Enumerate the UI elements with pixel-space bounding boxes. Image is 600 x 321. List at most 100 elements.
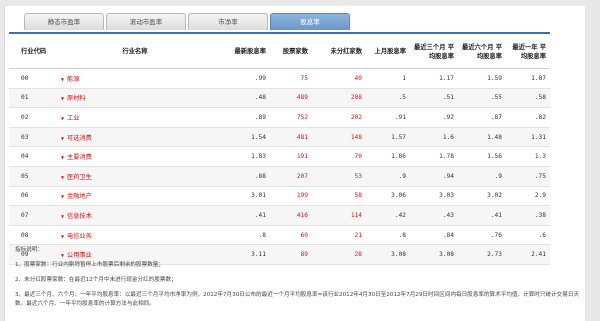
- tab-pb-ratio[interactable]: 市净率: [188, 13, 268, 30]
- cell-count[interactable]: 207: [270, 166, 312, 187]
- cell-count[interactable]: 191: [270, 146, 312, 167]
- col-header-avg3[interactable]: 最近三个月 平均股息率: [410, 35, 458, 69]
- cell-nodiv[interactable]: 70: [312, 146, 366, 167]
- notes-section: 指标说明： 1、股票家数：行业内剔除暂停上市股票后剩余的股票数量； 2、未分红股…: [15, 246, 585, 315]
- cell-latest: 1.83: [213, 146, 270, 167]
- cell-avg12: .82: [506, 107, 550, 128]
- cell-nodiv[interactable]: 53: [312, 166, 366, 187]
- cell-code: 03: [9, 127, 57, 148]
- industry-name-link[interactable]: 能源: [67, 76, 79, 83]
- cell-lastmonth: .8: [366, 225, 410, 246]
- cell-nodiv[interactable]: 148: [312, 127, 366, 148]
- col-header-code[interactable]: 行业代码: [9, 35, 57, 69]
- cell-name[interactable]: ▼ 主要消费: [57, 146, 213, 167]
- expand-arrow-icon[interactable]: ▼: [61, 136, 64, 142]
- cell-latest: .89: [213, 107, 270, 128]
- cell-nodiv[interactable]: 114: [312, 205, 366, 226]
- note-item: 3、最近三个月、六个月、一年平均股息率：以最近三个月平均市净率为例，2012年7…: [15, 292, 580, 307]
- expand-arrow-icon[interactable]: ▼: [61, 77, 64, 83]
- table-row: 01 ▼ 原材料 .48 489 208.5.51.55.58: [9, 88, 550, 109]
- cell-nodiv[interactable]: 58: [312, 186, 366, 207]
- industry-name-link[interactable]: 主要消费: [67, 154, 92, 161]
- cell-lastmonth: 1.57: [366, 127, 410, 148]
- cell-latest: .41: [213, 205, 270, 226]
- cell-avg6: .76: [458, 225, 506, 246]
- industry-name-link[interactable]: 信息技术: [67, 213, 92, 220]
- cell-nodiv[interactable]: 208: [312, 88, 366, 109]
- col-header-name[interactable]: 行业名称: [57, 35, 213, 69]
- industry-name-link[interactable]: 可选消费: [67, 135, 92, 142]
- cell-name[interactable]: ▼ 原材料: [57, 88, 213, 109]
- col-header-avg6[interactable]: 最近六个月 平均股息率: [458, 35, 506, 69]
- table-row: 02 ▼ 工业 .89 752 202.91.92.87.82: [9, 107, 550, 128]
- cell-avg6: .87: [458, 107, 506, 128]
- cell-name[interactable]: ▼ 金融地产: [57, 186, 213, 207]
- tab-static-pe[interactable]: 静态市盈率: [24, 13, 104, 30]
- industry-name-link[interactable]: 工业: [67, 115, 79, 122]
- cell-count[interactable]: 75: [270, 68, 312, 89]
- cell-latest: .88: [213, 166, 270, 187]
- industry-table: 行业代码 行业名称 最新股息率 股票家数 未分红家数 上月股息率 最近三个月 平…: [9, 35, 550, 265]
- cell-code: 01: [9, 88, 57, 109]
- industry-name-link[interactable]: 电信业务: [67, 233, 92, 240]
- tab-dividend-yield[interactable]: 股息率: [270, 13, 350, 30]
- expand-arrow-icon[interactable]: ▼: [61, 96, 64, 102]
- expand-arrow-icon[interactable]: ▼: [61, 155, 64, 161]
- table-row: 08 ▼ 电信业务 .8 60 21.8.84.76.6: [9, 225, 550, 246]
- cell-code: 07: [9, 205, 57, 226]
- cell-avg12: .58: [506, 88, 550, 109]
- cell-latest: .8: [213, 225, 270, 246]
- col-header-latest[interactable]: 最新股息率: [213, 35, 270, 69]
- expand-arrow-icon[interactable]: ▼: [61, 194, 64, 200]
- cell-avg6: .41: [458, 205, 506, 226]
- cell-avg3: .84: [410, 225, 458, 246]
- cell-avg6: .55: [458, 88, 506, 109]
- cell-avg12: 2.9: [506, 186, 550, 207]
- table-header-row: 行业代码 行业名称 最新股息率 股票家数 未分红家数 上月股息率 最近三个月 平…: [9, 35, 550, 69]
- industry-name-link[interactable]: 原材料: [67, 95, 86, 102]
- cell-name[interactable]: ▼ 可选消费: [57, 127, 213, 148]
- cell-name[interactable]: ▼ 能源: [57, 68, 213, 89]
- notes-title: 指标说明：: [15, 247, 43, 253]
- cell-name[interactable]: ▼ 工业: [57, 107, 213, 128]
- cell-avg3: 1.6: [410, 127, 458, 148]
- col-header-count[interactable]: 股票家数: [270, 35, 312, 69]
- cell-count[interactable]: 481: [270, 127, 312, 148]
- cell-avg12: .38: [506, 205, 550, 226]
- cell-latest: 3.01: [213, 186, 270, 207]
- table-row: 00 ▼ 能源 .99 75 40 1 1.17 1.59 1.87: [9, 68, 550, 89]
- cell-count[interactable]: 752: [270, 107, 312, 128]
- table-row: 05 ▼ 医药卫生 .88 207 53.9.94.9.75: [9, 166, 550, 187]
- cell-count[interactable]: 199: [270, 186, 312, 207]
- table-row: 06 ▼ 金融地产 3.01 199 58 3.06 3.03 3.02 2.9: [9, 186, 550, 207]
- cell-avg3: 1.17: [410, 68, 458, 89]
- cell-count[interactable]: 416: [270, 205, 312, 226]
- cell-lastmonth: .5: [366, 88, 410, 109]
- cell-avg3: 3.03: [410, 186, 458, 207]
- col-header-lastmonth[interactable]: 上月股息率: [366, 35, 410, 69]
- cell-latest: 1.54: [213, 127, 270, 148]
- tab-rolling-pe[interactable]: 滚动市盈率: [106, 13, 186, 30]
- col-header-nodiv[interactable]: 未分红家数: [312, 35, 366, 69]
- cell-code: 00: [9, 68, 57, 89]
- cell-lastmonth: 3.06: [366, 186, 410, 207]
- industry-name-link[interactable]: 金融地产: [67, 193, 92, 200]
- cell-nodiv[interactable]: 202: [312, 107, 366, 128]
- cell-count[interactable]: 60: [270, 225, 312, 246]
- cell-count[interactable]: 489: [270, 88, 312, 109]
- cell-nodiv[interactable]: 21: [312, 225, 366, 246]
- cell-code: 08: [9, 225, 57, 246]
- industry-name-link[interactable]: 医药卫生: [67, 174, 92, 181]
- col-header-avg12[interactable]: 最近一年 平均股息率: [506, 35, 550, 69]
- cell-lastmonth: .42: [366, 205, 410, 226]
- table-row: 03 ▼ 可选消费 1.54 481 148 1.57 1.6 1.48 1.31: [9, 127, 550, 148]
- cell-name[interactable]: ▼ 信息技术: [57, 205, 213, 226]
- expand-arrow-icon[interactable]: ▼: [61, 234, 64, 240]
- cell-name[interactable]: ▼ 医药卫生: [57, 166, 213, 187]
- cell-name[interactable]: ▼ 电信业务: [57, 225, 213, 246]
- cell-code: 06: [9, 186, 57, 207]
- expand-arrow-icon[interactable]: ▼: [61, 214, 64, 220]
- cell-nodiv[interactable]: 40: [312, 68, 366, 89]
- expand-arrow-icon[interactable]: ▼: [61, 175, 64, 181]
- expand-arrow-icon[interactable]: ▼: [61, 116, 64, 122]
